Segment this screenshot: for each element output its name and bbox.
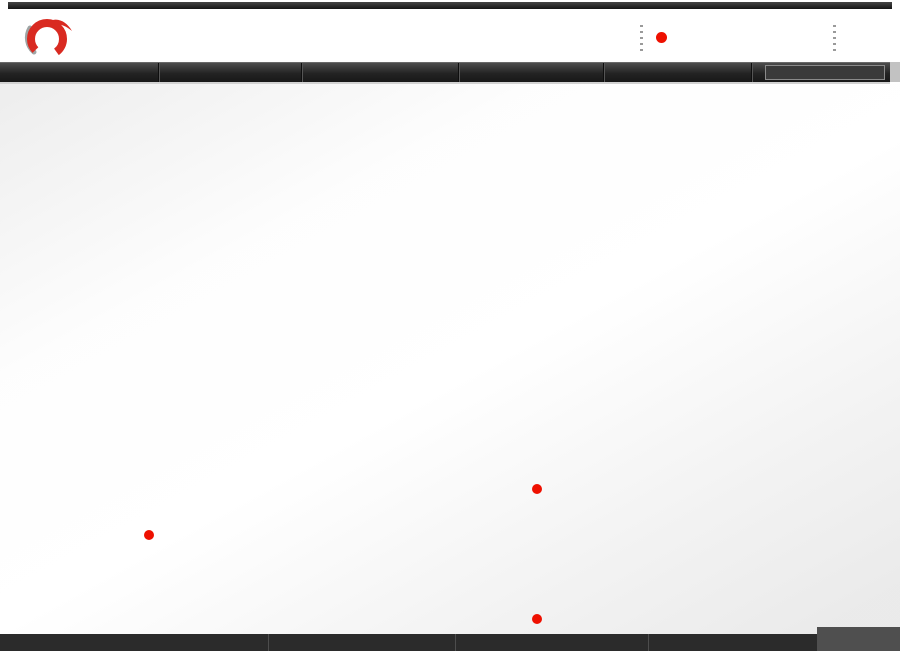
- red-bullet-icon: [532, 484, 542, 494]
- footer-end-cap: [817, 627, 900, 651]
- front-view-label: [532, 484, 551, 494]
- perspective-view-label: [144, 530, 163, 540]
- footer-divider: [455, 634, 456, 651]
- top-view-label: [532, 614, 551, 624]
- booth-3d-render: [0, 0, 900, 651]
- footer-divider: [648, 634, 649, 651]
- page: [0, 0, 900, 651]
- red-bullet-icon: [532, 614, 542, 624]
- red-bullet-icon: [144, 530, 154, 540]
- footer-bar: [0, 634, 817, 651]
- footer-divider: [268, 634, 269, 651]
